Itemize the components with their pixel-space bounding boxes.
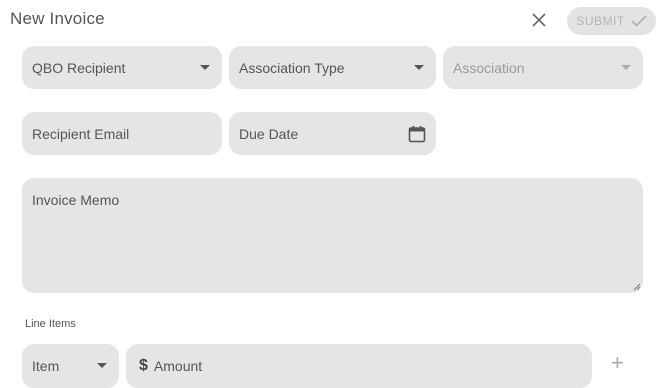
recipient-email-label: Recipient Email	[32, 125, 130, 142]
qbo-recipient-select[interactable]: QBO Recipient	[22, 46, 222, 89]
association-label: Association	[453, 59, 525, 76]
due-date-field[interactable]: Due Date	[229, 112, 436, 155]
close-icon	[532, 13, 546, 27]
qbo-recipient-label: QBO Recipient	[32, 59, 126, 76]
invoice-memo-label: Invoice Memo	[32, 192, 120, 208]
due-date-label: Due Date	[239, 125, 299, 142]
page-title: New Invoice	[10, 9, 105, 28]
dollar-icon: $	[139, 357, 148, 374]
association-type-select[interactable]: Association Type	[229, 46, 436, 89]
submit-button[interactable]: SUBMIT	[567, 7, 656, 35]
chevron-down-icon	[621, 64, 631, 70]
calendar-icon[interactable]	[408, 125, 426, 143]
item-label: Item	[32, 358, 60, 374]
amount-label: Amount	[153, 358, 203, 374]
item-select[interactable]: Item	[22, 344, 119, 388]
check-icon	[631, 15, 647, 27]
line-items-heading: Line Items	[25, 318, 76, 330]
amount-field[interactable]: $ Amount	[126, 344, 592, 388]
chevron-down-icon	[414, 64, 424, 70]
recipient-email-field[interactable]: Recipient Email	[22, 112, 222, 155]
submit-label: SUBMIT	[576, 14, 625, 28]
association-select[interactable]: Association	[443, 46, 643, 89]
add-line-item-button[interactable]: +	[611, 352, 624, 374]
invoice-memo-textarea[interactable]: Invoice Memo	[22, 178, 643, 293]
resize-handle-icon[interactable]	[633, 283, 641, 291]
chevron-down-icon	[200, 64, 210, 70]
chevron-down-icon	[97, 363, 107, 368]
close-button[interactable]	[528, 9, 550, 31]
association-type-label: Association Type	[239, 59, 345, 76]
